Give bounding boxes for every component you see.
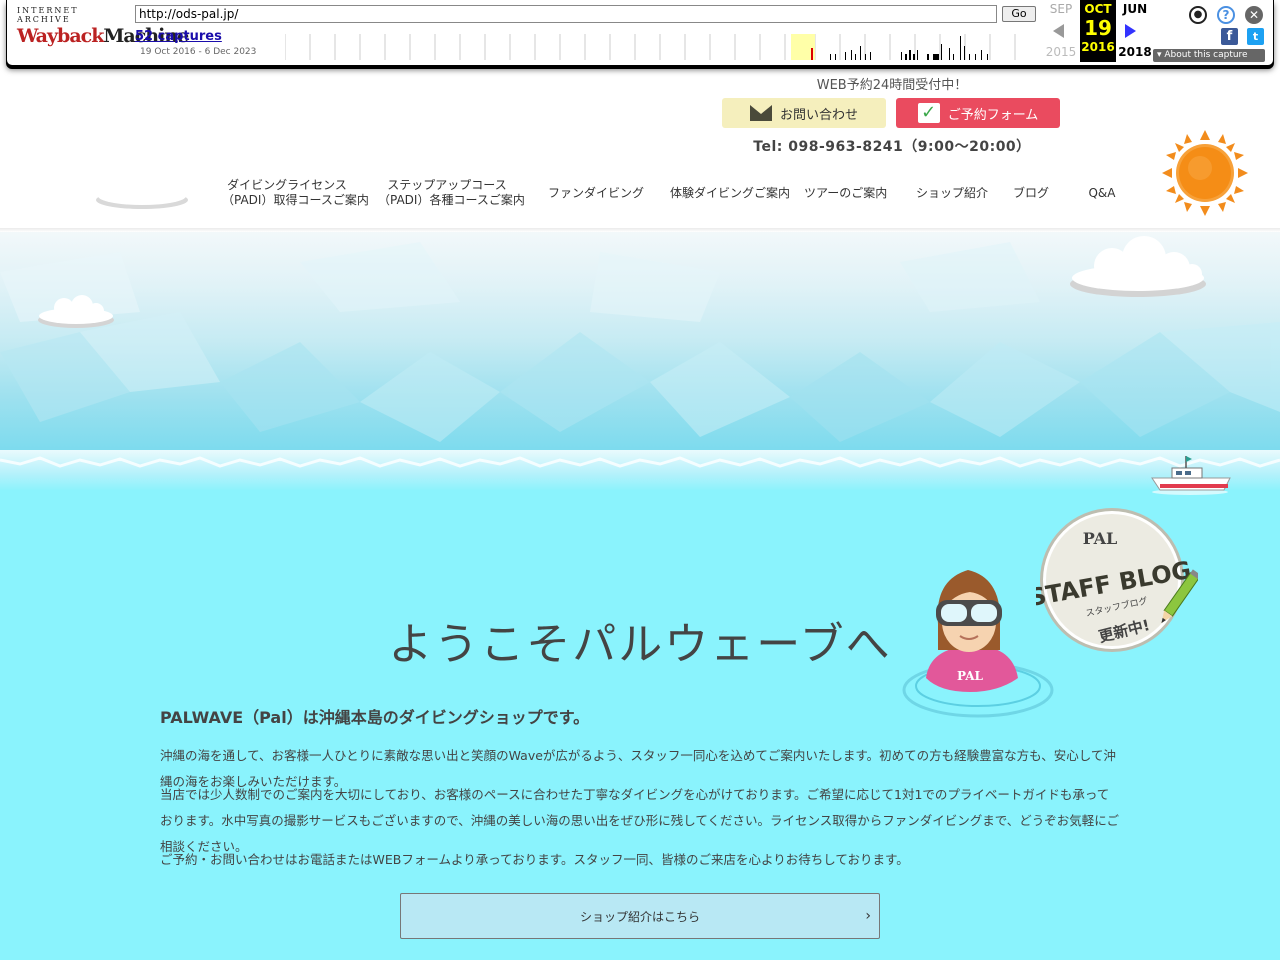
- chevron-right-icon: ›: [865, 908, 871, 924]
- nav-item-license[interactable]: ダイビングライセンス （PADI）取得コースご案内: [222, 170, 369, 216]
- envelope-icon: [749, 105, 772, 121]
- nav-item-shop[interactable]: ショップ紹介: [916, 170, 989, 216]
- cloud-decoration-large: [1070, 236, 1206, 297]
- badge-logo: PAL: [1083, 529, 1118, 548]
- prev-month[interactable]: SEP: [1043, 2, 1079, 16]
- logo-main-text: WaybackMachine: [17, 24, 189, 48]
- twitter-icon[interactable]: t: [1247, 28, 1264, 45]
- nav-sublabel: （PADI）各種コースご案内: [378, 193, 525, 207]
- cur-day: 19: [1084, 16, 1112, 40]
- welcome-heading-text: ようこそパルウェーブへ: [388, 619, 892, 670]
- captures-link[interactable]: 52 captures: [135, 29, 222, 44]
- nav-label: ブログ: [1012, 185, 1049, 200]
- cloud-decoration-small: [38, 295, 114, 328]
- prev-arrow-icon[interactable]: [1053, 24, 1064, 38]
- capture-range: 19 Oct 2016 - 6 Dec 2023: [140, 47, 257, 57]
- nav-label: ステップアップコース: [387, 178, 507, 192]
- cur-month: OCT: [1084, 2, 1112, 16]
- checkmark-icon: ✓: [917, 103, 940, 123]
- prev-year[interactable]: 2015: [1043, 45, 1079, 59]
- nav-item-qa[interactable]: Q&A: [1082, 170, 1122, 216]
- next-arrow-icon[interactable]: [1125, 24, 1136, 38]
- help-icon[interactable]: ?: [1217, 6, 1235, 24]
- logo-top-text: INTERNET ARCHIVE: [17, 6, 79, 24]
- wayback-toolbar: INTERNET ARCHIVE WaybackMachine http://o…: [6, 0, 1274, 66]
- about-label: About this capture: [1164, 50, 1248, 60]
- nav-label: ツアーのご案内: [804, 185, 888, 200]
- contact-button[interactable]: お問い合わせ: [722, 98, 886, 128]
- intro-title: PALWAVE（Pal）は沖縄本島のダイビングショップです。: [160, 708, 590, 727]
- sparkline-bars: [811, 36, 988, 60]
- nav-item-blog[interactable]: ブログ: [1012, 170, 1050, 216]
- capture-sparkline[interactable]: [285, 32, 1035, 60]
- nav-label: ファンダイビング: [548, 185, 645, 200]
- main-nav: ダイビングライセンス （PADI）取得コースご案内 ステップアップコース （PADI…: [200, 170, 1140, 216]
- nav-item-tours[interactable]: ツアーのご案内: [804, 170, 888, 216]
- sea-waves: [0, 456, 1280, 468]
- next-year[interactable]: 2018: [1117, 45, 1153, 59]
- facebook-icon[interactable]: f: [1221, 28, 1238, 45]
- cur-year: 2016: [1081, 40, 1115, 54]
- nav-item-trial-diving[interactable]: 体験ダイビングご案内: [670, 170, 791, 216]
- reservation-button[interactable]: ✓ ご予約フォーム: [896, 98, 1060, 128]
- header-notice: WEB予約24時間受付中！: [816, 78, 968, 93]
- go-button[interactable]: Go: [1002, 6, 1036, 22]
- phone-number[interactable]: Tel: 098-963-8241（9:00〜20:00）: [700, 136, 1084, 156]
- sun-icon: [1162, 130, 1248, 216]
- url-input[interactable]: http://ods-pal.jp/: [135, 5, 997, 23]
- shop-info-button[interactable]: ショップ紹介はこちら ›: [400, 893, 880, 939]
- logo-main-left: Wayback: [17, 25, 104, 47]
- nav-item-stepup[interactable]: ステップアップコース （PADI）各種コースご案内: [378, 170, 525, 216]
- boat-icon: [1151, 456, 1231, 495]
- wayback-logo[interactable]: INTERNET ARCHIVE WaybackMachine: [17, 6, 189, 52]
- nav-label: 体験ダイビングご案内: [670, 185, 791, 200]
- next-month[interactable]: JUN: [1117, 2, 1153, 16]
- nav-label: ショップ紹介: [916, 185, 989, 200]
- about-capture-button[interactable]: ▾ About this capture: [1153, 49, 1265, 62]
- close-icon[interactable]: ✕: [1245, 6, 1263, 24]
- shop-info-label: ショップ紹介はこちら: [579, 909, 700, 924]
- nav-label: Q&A: [1088, 185, 1116, 200]
- sea-horizon: [0, 450, 1280, 490]
- intro-paragraph-3: ご予約・お問い合わせはお電話またはWEBフォームより承っております。スタッフ一同…: [160, 852, 909, 867]
- nav-item-fun-diving[interactable]: ファンダイビング: [548, 170, 645, 216]
- current-capture-date: OCT 19 2016: [1080, 0, 1116, 62]
- cloud-decoration-left: [96, 173, 188, 209]
- nav-sublabel: （PADI）取得コースご案内: [222, 193, 369, 207]
- welcome-heading: ようこそパルウェーブへ: [0, 608, 1280, 672]
- user-icon[interactable]: ●: [1189, 6, 1207, 24]
- contact-label: お問い合わせ: [779, 107, 858, 123]
- nav-label: ダイビングライセンス: [227, 178, 347, 192]
- reservation-label: ご予約フォーム: [947, 107, 1039, 123]
